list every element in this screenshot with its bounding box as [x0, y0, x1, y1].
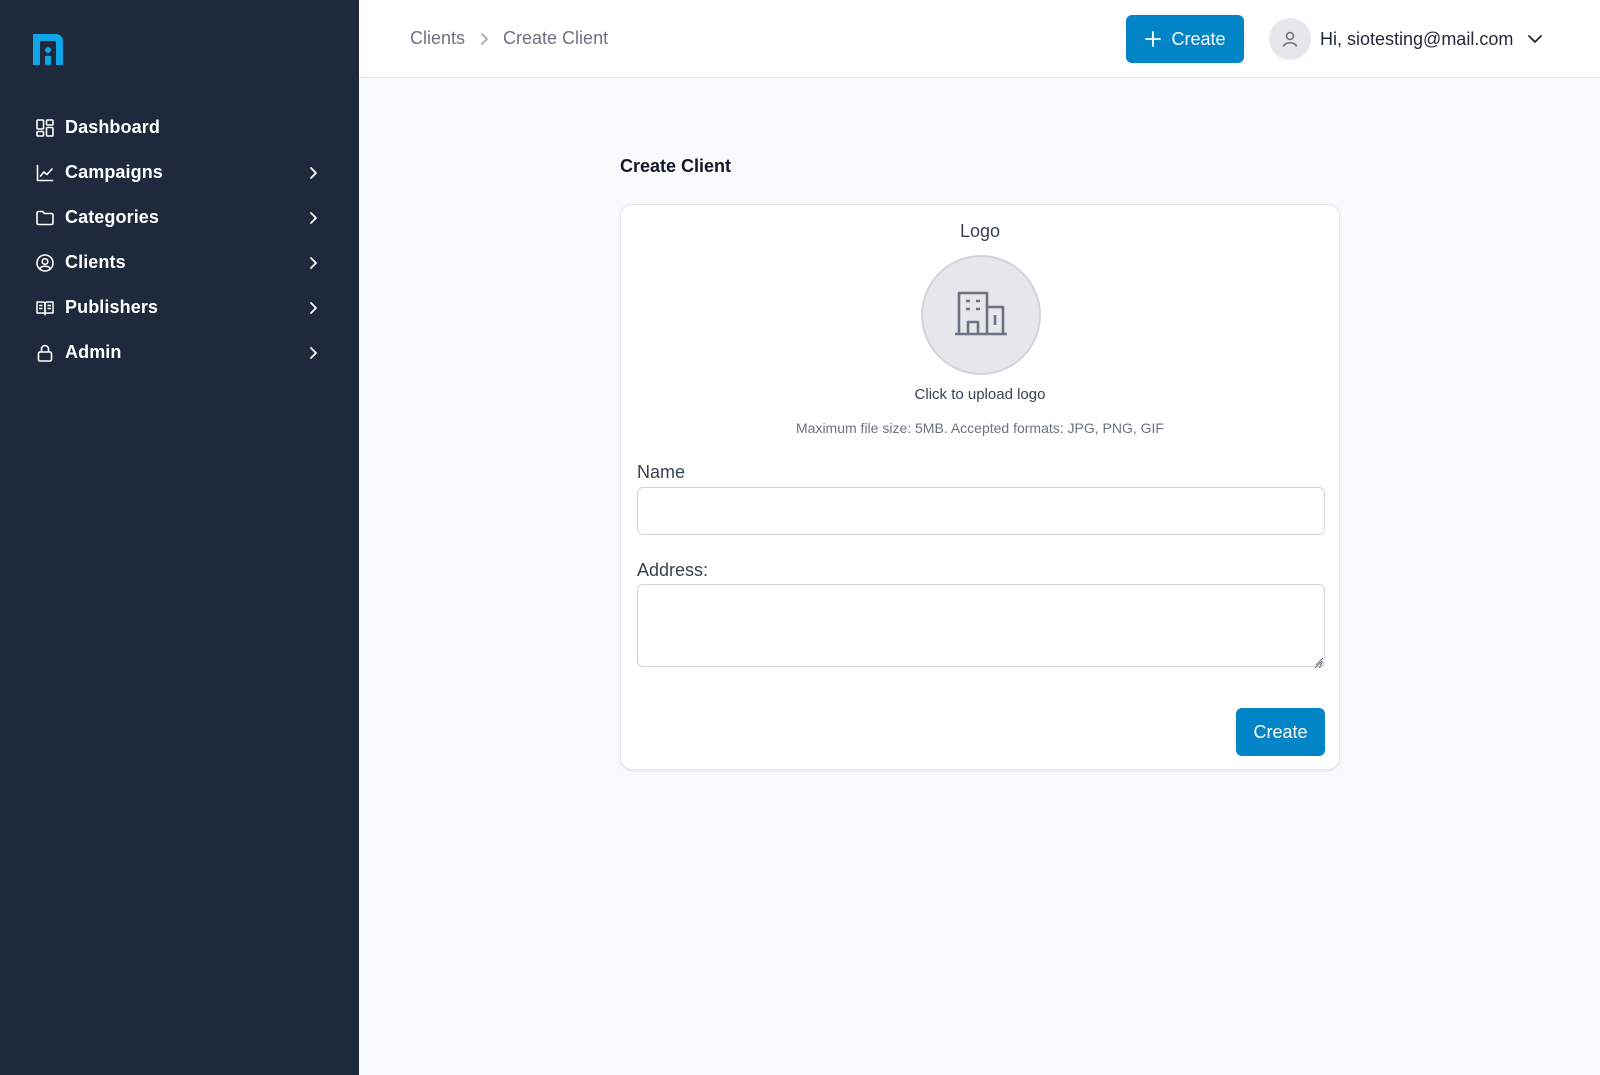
folder-icon [34, 207, 56, 229]
resize-grip-icon[interactable] [1313, 656, 1323, 669]
chevron-right-icon [305, 165, 321, 181]
sidebar: Dashboard Campaigns Categories Clients P… [0, 0, 359, 1075]
chevron-down-icon [1527, 33, 1543, 45]
upload-text: Click to upload logo [914, 386, 1046, 403]
dashboard-icon [34, 117, 56, 139]
building-icon [953, 290, 1009, 341]
user-greeting: Hi, siotesting@mail.com [1320, 28, 1514, 49]
name-label: Name [637, 462, 686, 482]
address-textarea[interactable] [637, 584, 1325, 667]
user-menu[interactable]: Hi, siotesting@mail.com [1269, 18, 1543, 60]
lock-icon [34, 342, 56, 364]
sidebar-item-label: Dashboard [65, 117, 160, 137]
sidebar-item-campaigns[interactable]: Campaigns [0, 150, 359, 195]
address-label: Address: [637, 560, 709, 580]
chevron-right-icon [479, 32, 489, 46]
avatar [1269, 18, 1311, 60]
user-circle-icon [34, 252, 56, 274]
book-open-icon [34, 297, 56, 319]
sidebar-item-label: Campaigns [65, 162, 163, 182]
sidebar-item-label: Admin [65, 342, 122, 362]
upload-hint: Maximum file size: 5MB. Accepted formats… [796, 420, 1164, 436]
header-create-button[interactable]: Create [1126, 15, 1244, 63]
brand-logo-icon[interactable] [30, 31, 66, 67]
name-input[interactable] [637, 487, 1325, 535]
chevron-right-icon [305, 300, 321, 316]
sidebar-item-dashboard[interactable]: Dashboard [0, 105, 359, 150]
breadcrumb-item-clients[interactable]: Clients [410, 28, 465, 49]
create-client-submit-button[interactable]: Create [1236, 708, 1325, 756]
sidebar-item-admin[interactable]: Admin [0, 330, 359, 375]
breadcrumb-item-current: Create Client [503, 28, 609, 48]
top-header: Clients Create Client Create Hi, siotest… [359, 0, 1600, 78]
chevron-right-icon [305, 345, 321, 361]
sidebar-item-label: Categories [65, 207, 160, 227]
breadcrumb: Clients Create Client [410, 28, 608, 49]
page-title: Create Client [620, 156, 732, 176]
chevron-right-icon [305, 210, 321, 226]
logo-heading: Logo [959, 221, 1001, 241]
plus-icon [1144, 30, 1162, 48]
create-client-card: Logo Click to upload logo Maximum file s… [620, 204, 1340, 770]
sidebar-item-publishers[interactable]: Publishers [0, 285, 359, 330]
chevron-right-icon [305, 255, 321, 271]
submit-label: Create [1253, 721, 1308, 742]
sidebar-item-categories[interactable]: Categories [0, 195, 359, 240]
sidebar-item-label: Clients [65, 252, 126, 272]
sidebar-item-label: Publishers [65, 297, 159, 317]
sidebar-item-clients[interactable]: Clients [0, 240, 359, 285]
sidebar-nav: Dashboard Campaigns Categories Clients P… [0, 105, 359, 375]
header-create-label: Create [1171, 28, 1226, 49]
chart-line-icon [34, 162, 56, 184]
logo-upload-button[interactable] [921, 255, 1041, 375]
